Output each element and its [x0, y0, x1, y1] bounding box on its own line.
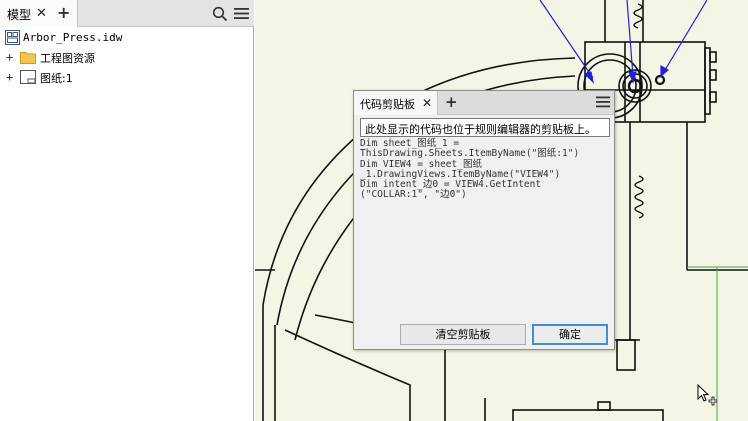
tree-item-drawing[interactable]: Arbor_Press.idw [0, 29, 254, 47]
tree-item-sheet[interactable]: + 图纸:1 [0, 68, 254, 86]
model-browser: 模型 ✕ + Arbor_Press.idw + 工程图资源 + 图纸:1 [0, 0, 254, 421]
tree-item-label: 图纸:1 [40, 72, 73, 85]
code-block[interactable]: Dim sheet_图纸_1 = ThisDrawing.Sheets.ItemB… [360, 138, 610, 201]
code-clipboard-dialog: 代码剪贴板 ✕ + 此处显示的代码也位于规则编辑器的剪贴板上。 Dim shee… [353, 90, 615, 350]
menu-icon[interactable] [596, 96, 610, 111]
folder-icon [20, 50, 36, 67]
tab-code-clipboard-label: 代码剪贴板 [360, 98, 415, 111]
add-tab-icon[interactable]: + [57, 5, 70, 21]
tree-item-label: Arbor_Press.idw [23, 31, 123, 44]
clipboard-notice: 此处显示的代码也位于规则编辑器的剪贴板上。 [360, 118, 610, 137]
menu-icon[interactable] [234, 7, 249, 23]
tree-item-drawing-resources[interactable]: + 工程图资源 [0, 48, 254, 66]
close-icon[interactable]: ✕ [422, 97, 432, 110]
search-icon[interactable] [212, 6, 228, 25]
expand-icon[interactable]: + [6, 51, 13, 63]
ok-button[interactable]: 确定 [532, 324, 608, 345]
code-line: ("COLLAR:1", "边0") [360, 189, 467, 201]
tree-item-label: 工程图资源 [40, 52, 95, 65]
tab-code-clipboard[interactable]: 代码剪贴板 ✕ [354, 91, 438, 115]
dialog-tab-bar: 代码剪贴板 ✕ + [354, 91, 614, 115]
expand-icon[interactable]: + [6, 71, 13, 83]
browser-tab-bar: 模型 ✕ + [0, 0, 254, 27]
clear-clipboard-button[interactable]: 清空剪贴板 [400, 324, 526, 345]
sheet-icon [20, 70, 36, 87]
add-tab-icon[interactable]: + [445, 94, 458, 110]
tab-model-label: 模型 [7, 8, 32, 22]
close-icon[interactable]: ✕ [36, 7, 47, 20]
drawing-file-icon [5, 30, 20, 48]
